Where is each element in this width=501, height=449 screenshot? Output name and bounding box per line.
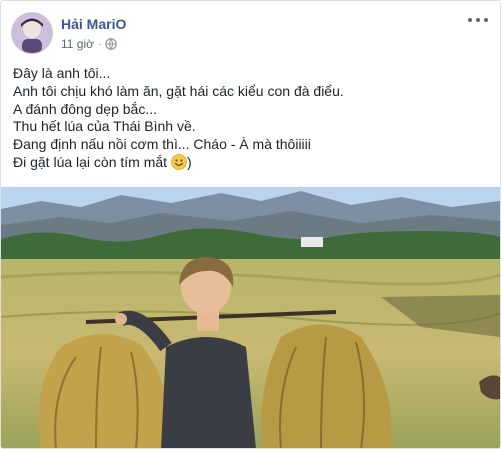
post-line-2: Anh tôi chịu khó làm ăn, gặt hái các kiể…	[13, 82, 344, 99]
facebook-post: Hải MariO 11 giờ · Đây là anh tôi... Anh…	[0, 0, 501, 449]
globe-icon[interactable]	[105, 38, 118, 50]
post-line-6: Đi gặt lúa lại còn tím mắt )	[13, 154, 483, 172]
post-meta: 11 giờ ·	[61, 37, 118, 51]
meta-separator: ·	[98, 38, 102, 50]
post-options-button[interactable]	[468, 13, 488, 27]
post-line-4: Thu hết lúa của Thái Bình về.	[13, 118, 196, 135]
ellipsis-icon	[468, 18, 472, 22]
post-photo[interactable]	[1, 187, 500, 448]
post-line-6-text: Đi gặt lúa lại còn tím mắt	[13, 153, 168, 170]
post-line-5: Đang định nấu nồi cơm thì... Cháo - À mà…	[13, 136, 311, 153]
smile-emoji-icon	[171, 154, 187, 170]
author-avatar[interactable]	[11, 12, 53, 54]
author-name[interactable]: Hải MariO	[61, 16, 126, 32]
post-line-1: Đây là anh tôi...	[13, 65, 111, 81]
post-time[interactable]: 11 giờ	[61, 37, 94, 51]
post-line-6-suffix: )	[186, 153, 192, 170]
post-line-3: A đánh đông dẹp bắc...	[13, 100, 158, 117]
post-message: Đây là anh tôi... Anh tôi chịu khó làm ă…	[13, 65, 483, 172]
